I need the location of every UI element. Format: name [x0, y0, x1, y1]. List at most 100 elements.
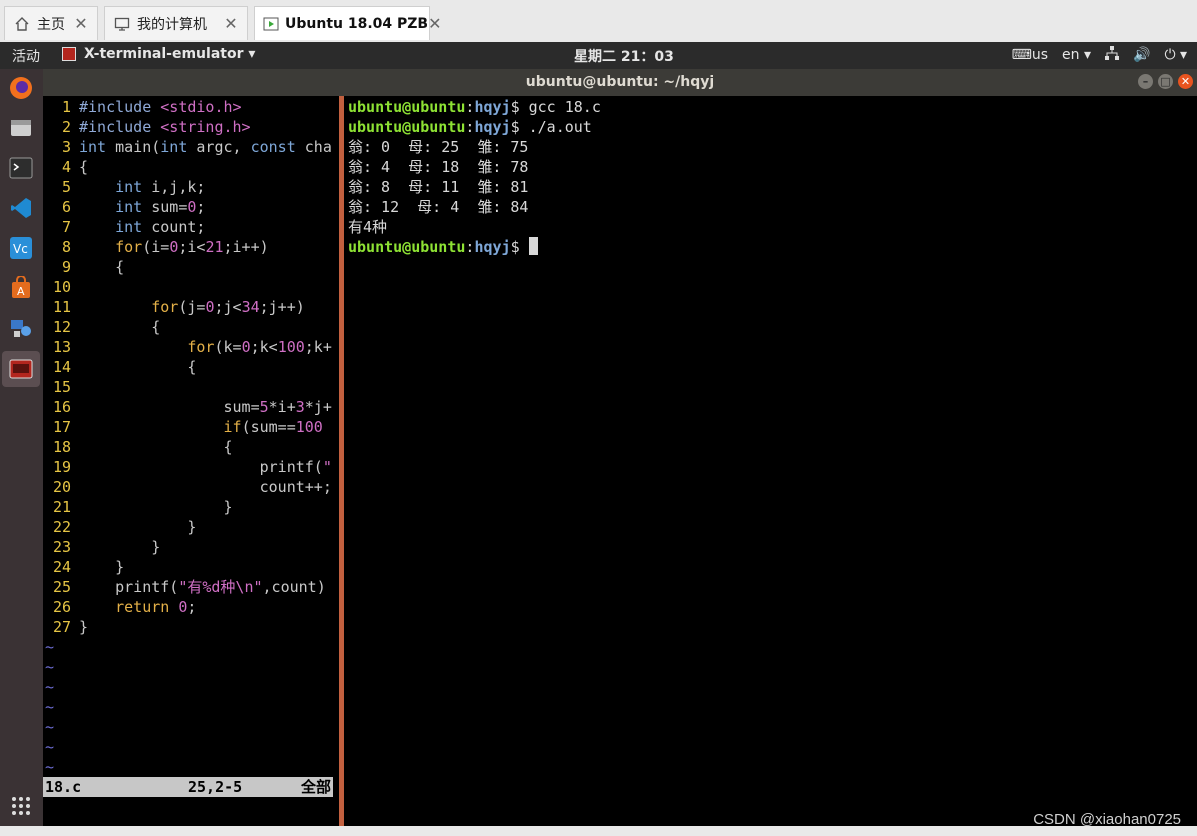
vim-code-line: 2 #include <string.h> — [43, 117, 251, 137]
close-button[interactable]: ✕ — [1178, 74, 1193, 89]
svg-text:A: A — [17, 285, 25, 298]
vim-status-position: 25,2-5 — [188, 778, 243, 796]
vim-line-number: 25 — [52, 578, 71, 596]
vim-code-line: 5 int i,j,k; — [43, 177, 205, 197]
shell-pane[interactable]: ubuntu@ubuntu:hqyj$ gcc 18.c ubuntu@ubun… — [348, 96, 1188, 826]
tab-my-computer[interactable]: 我的计算机 ✕ — [104, 6, 248, 40]
vim-line-text: } — [79, 558, 125, 576]
keyboard-layout-label: us — [1031, 47, 1049, 63]
tab-my-computer-label: 我的计算机 — [137, 16, 207, 33]
prompt-symbol: $ — [510, 98, 520, 116]
vim-empty-line-marker: ~ — [45, 718, 55, 736]
vim-code-line: 8 for(i=0;i<21;i++) — [43, 237, 269, 257]
vim-empty-line-marker: ~ — [45, 758, 55, 776]
shell-output-line: 翁: 12 母: 4 雏: 84 — [348, 198, 529, 216]
vim-line-number: 2 — [61, 118, 71, 136]
vim-code-line: 24 } — [43, 557, 124, 577]
vim-line-number: 17 — [52, 418, 71, 436]
vm-bottom-strip — [0, 826, 1197, 836]
vim-line-text: printf("有%d种\n",count) — [79, 578, 326, 596]
terminal-app-icon — [62, 47, 76, 61]
app-menu[interactable]: X-terminal-emulator ▾ — [62, 46, 255, 62]
close-icon[interactable]: ✕ — [428, 14, 441, 33]
shell-line: ubuntu@ubuntu:hqyj$ — [348, 237, 538, 257]
vim-line-number: 16 — [52, 398, 71, 416]
show-applications-icon[interactable] — [6, 791, 36, 821]
tab-ubuntu-vm-label: Ubuntu 18.04 PZB — [285, 15, 429, 32]
vm-tab-bar: 主页 ✕ 我的计算机 ✕ Ubuntu 18.04 PZB ✕ — [0, 0, 1197, 43]
window-titlebar[interactable]: ubuntu@ubuntu: ~/hqyj – □ ✕ — [43, 69, 1197, 96]
vim-line-number: 5 — [61, 178, 71, 196]
vim-empty-line-marker: ~ — [45, 698, 55, 716]
clock[interactable]: 星期二 21：03 — [574, 46, 674, 66]
vim-line-text: for(i=0;i<21;i++) — [115, 238, 269, 256]
vim-empty-line-marker: ~ — [45, 678, 55, 696]
vim-line-text: printf(" — [79, 458, 332, 476]
prompt-user: ubuntu@ubuntu — [348, 238, 466, 256]
prompt-symbol: $ — [510, 118, 520, 136]
vim-code-line: 3 int main(int argc, const cha — [43, 137, 332, 157]
terminal-emulator-icon[interactable] — [2, 351, 40, 387]
vim-code-line: 20 count++; — [43, 477, 332, 497]
vim-code-line: 10 — [43, 277, 79, 297]
vim-line-number: 1 — [61, 98, 71, 116]
activities-button[interactable]: 活动 — [12, 46, 40, 66]
shell-output-line: 翁: 8 母: 11 雏: 81 — [348, 178, 529, 196]
close-icon[interactable]: ✕ — [73, 14, 89, 33]
app-menu-label: X-terminal-emulator ▾ — [84, 46, 256, 62]
vim-line-number: 4 — [61, 158, 71, 176]
vim-line-text: { — [79, 438, 233, 456]
vertical-split-divider[interactable] — [339, 96, 344, 826]
firefox-icon[interactable] — [6, 73, 36, 103]
vim-code-line: 22 } — [43, 517, 196, 537]
vim-code-line: 25 printf("有%d种\n",count) — [43, 577, 326, 597]
shell-output-line: 翁: 0 母: 25 雏: 75 — [348, 138, 529, 156]
vim-line-number: 3 — [61, 138, 71, 156]
keyboard-layout[interactable]: ⌨us — [1012, 47, 1048, 63]
vim-line-text: int i,j,k; — [115, 178, 206, 196]
shell-command: ./a.out — [528, 118, 592, 136]
network-icon[interactable] — [1105, 46, 1119, 64]
visual-paradigm-icon[interactable]: Vc — [6, 233, 36, 263]
terminal-cursor — [528, 237, 538, 255]
shell-command: gcc 18.c — [528, 98, 601, 116]
vim-line-text: { — [79, 258, 125, 276]
vim-code-line: 17 if(sum==100 — [43, 417, 323, 437]
vim-line-number: 12 — [52, 318, 71, 336]
vim-line-text: for(j=0;j<34;j++) — [151, 298, 305, 316]
vim-line-text: { — [79, 158, 89, 176]
shell-output-line: 翁: 4 母: 18 雏: 78 — [348, 158, 529, 176]
prompt-user: ubuntu@ubuntu — [348, 98, 466, 116]
vim-line-text: int sum=0; — [115, 198, 206, 216]
vim-code-line: 11 for(j=0;j<34;j++) — [43, 297, 305, 317]
remote-desktop-icon[interactable] — [6, 313, 36, 343]
vim-line-text: #include <stdio.h> — [79, 98, 242, 116]
vscode-icon[interactable] — [6, 193, 36, 223]
files-icon[interactable] — [6, 113, 36, 143]
software-center-icon[interactable]: A — [6, 273, 36, 303]
vim-code-line: 15 — [43, 377, 79, 397]
vim-line-text: if(sum==100 — [223, 418, 323, 436]
tab-home[interactable]: 主页 ✕ — [4, 6, 98, 40]
vim-code-line: 18 { — [43, 437, 233, 457]
tab-ubuntu-vm[interactable]: Ubuntu 18.04 PZB ✕ — [254, 6, 442, 40]
maximize-button[interactable]: □ — [1158, 74, 1173, 89]
vim-code-line: 21 } — [43, 497, 233, 517]
vim-code-line: 23 } — [43, 537, 160, 557]
vim-pane[interactable]: 1 #include <stdio.h> 2 #include <string.h> 3… — [43, 96, 339, 826]
vim-line-text: #include <string.h> — [79, 118, 251, 136]
minimize-button[interactable]: – — [1138, 74, 1153, 89]
vim-line-number: 27 — [52, 618, 71, 636]
vim-line-number: 15 — [52, 378, 71, 396]
terminal-icon[interactable] — [6, 153, 36, 183]
vim-code-line: 7 int count; — [43, 217, 205, 237]
vim-line-number: 18 — [52, 438, 71, 456]
language-menu[interactable]: en ▾ — [1062, 47, 1091, 63]
vim-line-number: 9 — [61, 258, 71, 276]
prompt-symbol: $ — [510, 238, 520, 256]
power-icon[interactable]: ⏻ ▾ — [1164, 47, 1187, 63]
close-icon[interactable]: ✕ — [223, 14, 239, 33]
terminal-content[interactable]: 1 #include <stdio.h> 2 #include <string.h> 3… — [43, 96, 1197, 826]
volume-icon[interactable]: 🔊 — [1133, 47, 1150, 63]
vim-line-number: 13 — [52, 338, 71, 356]
